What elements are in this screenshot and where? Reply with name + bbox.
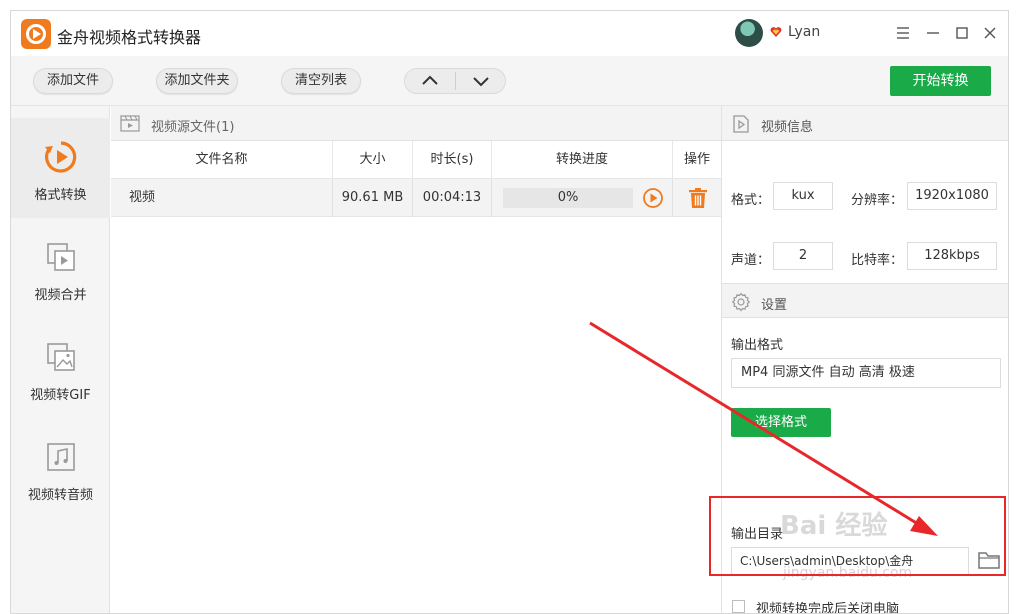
output-format-field[interactable]: MP4 同源文件 自动 高清 极速 <box>731 358 1001 388</box>
column-header-size: 大小 <box>333 141 413 179</box>
choose-format-button[interactable]: 选择格式 <box>731 408 831 437</box>
video-to-audio-icon <box>47 443 75 471</box>
shutdown-checkbox[interactable] <box>732 600 745 613</box>
file-panel-header: 视频源文件(1) <box>111 106 721 141</box>
output-dir-label: 输出目录 <box>731 527 784 542</box>
sidebar-item-video-merge[interactable]: 视频合并 <box>11 218 110 318</box>
format-value: kux <box>773 182 833 210</box>
column-header-name: 文件名称 <box>111 141 333 179</box>
video-info-header: 视频信息 <box>722 106 1008 141</box>
user-avatar[interactable] <box>735 19 763 47</box>
file-name: 视频 <box>111 179 333 217</box>
column-header-progress: 转换进度 <box>492 141 673 179</box>
username[interactable]: Lyan <box>788 24 820 40</box>
vip-heart-icon <box>770 27 782 37</box>
app-logo-icon <box>21 19 51 49</box>
sidebar: 格式转换 视频合并 视频转GIF 视频转音频 <box>11 106 110 613</box>
output-format-label: 输出格式 <box>731 338 784 353</box>
move-up-icon[interactable] <box>405 69 455 93</box>
bitrate-label: 比特率： <box>851 253 904 268</box>
video-info-title: 视频信息 <box>761 120 814 135</box>
file-panel-title: 视频源文件(1) <box>151 120 235 135</box>
channels-label: 声道： <box>731 253 771 268</box>
minimize-icon[interactable] <box>921 21 945 45</box>
format-convert-icon <box>45 141 77 173</box>
title-bar: 金舟视频格式转换器 Lyan <box>11 11 1008 56</box>
channels-value: 2 <box>773 242 833 270</box>
maximize-icon[interactable] <box>950 21 974 45</box>
sidebar-item-label: 视频转音频 <box>27 488 93 503</box>
file-list-panel: 视频源文件(1) 文件名称 大小 时长(s) 转换进度 操作 视频 90.61 … <box>111 106 721 613</box>
video-info-icon <box>733 115 749 133</box>
play-icon[interactable] <box>642 187 664 209</box>
progress-bar: 0% <box>503 188 633 208</box>
toolbar: 添加文件 添加文件夹 清空列表 开始转换 <box>11 56 1008 106</box>
file-size: 90.61 MB <box>333 179 413 217</box>
file-table-header: 文件名称 大小 时长(s) 转换进度 操作 <box>111 141 721 179</box>
close-icon[interactable] <box>978 21 1002 45</box>
start-convert-button[interactable]: 开始转换 <box>890 66 991 96</box>
gear-icon <box>731 292 751 312</box>
output-dir-field[interactable]: C:\Users\admin\Desktop\金舟 <box>731 547 969 575</box>
app-window: 金舟视频格式转换器 Lyan 添加文件 添加文件夹 清空列表 开始转换 格式转换… <box>10 10 1009 614</box>
format-label: 格式： <box>731 193 771 208</box>
video-file-icon <box>120 115 140 132</box>
video-to-gif-icon <box>47 343 75 371</box>
clear-list-button[interactable]: 清空列表 <box>281 68 361 94</box>
shutdown-label: 视频转换完成后关闭电脑 <box>756 602 900 614</box>
settings-header: 设置 <box>722 283 1008 318</box>
video-merge-icon <box>47 243 75 271</box>
resolution-label: 分辨率： <box>851 193 904 208</box>
resolution-value: 1920x1080 <box>907 182 997 210</box>
sidebar-item-label: 视频合并 <box>34 288 87 303</box>
file-duration: 00:04:13 <box>413 179 492 217</box>
sidebar-item-video-to-audio[interactable]: 视频转音频 <box>11 418 110 518</box>
delete-icon[interactable] <box>687 187 709 209</box>
table-row[interactable]: 视频 90.61 MB 00:04:13 0% <box>111 179 721 217</box>
add-folder-button[interactable]: 添加文件夹 <box>156 68 238 94</box>
sidebar-item-video-to-gif[interactable]: 视频转GIF <box>11 318 110 418</box>
bitrate-value: 128kbps <box>907 242 997 270</box>
add-file-button[interactable]: 添加文件 <box>33 68 113 94</box>
reorder-button-group <box>404 68 506 94</box>
right-panel: 视频信息 格式： kux 分辨率： 1920x1080 声道： 2 比特率： 1… <box>721 106 1008 614</box>
column-header-duration: 时长(s) <box>413 141 492 179</box>
move-down-icon[interactable] <box>456 69 506 93</box>
sidebar-item-label: 视频转GIF <box>30 388 91 403</box>
sidebar-item-label: 格式转换 <box>34 188 87 203</box>
column-header-action: 操作 <box>683 152 710 167</box>
sidebar-item-format-convert[interactable]: 格式转换 <box>11 118 110 218</box>
folder-icon[interactable] <box>977 549 1001 571</box>
menu-icon[interactable] <box>891 21 915 45</box>
app-title: 金舟视频格式转换器 <box>57 28 202 47</box>
settings-title: 设置 <box>761 298 788 313</box>
